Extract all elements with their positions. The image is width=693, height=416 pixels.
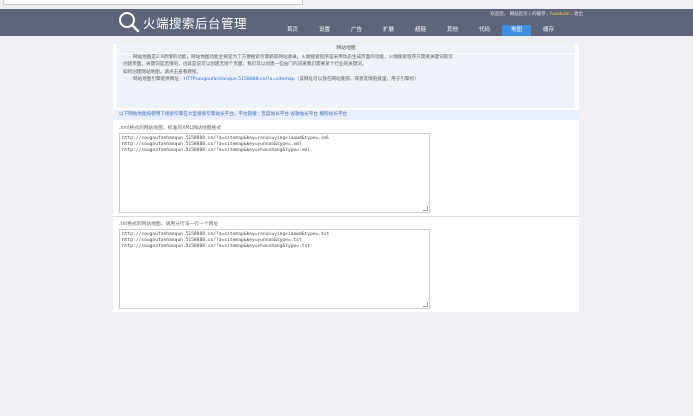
search-icon [119,12,140,33]
separator: , [547,12,549,17]
nav-item-ads[interactable]: 广告 [342,25,371,36]
resize-handle[interactable] [423,206,428,211]
intro-text: 创建页面，关键词是无限的，也就是说可以创建无限个页面。我们可以创建一些站门的词来… [123,62,367,68]
separator: , [571,12,573,17]
url-note: （该网址可以放在网站底部，或者友情链接里，用于引擎抓） [294,77,419,83]
sitemap-url-link[interactable]: HTTPsougoufanhanqun.5158888.cn/?a=sitema… [184,77,295,82]
intro-text: 网站地图是2.X新增的功能，网站地图功能主要是为了方便搜索引擎抓取网站收录。火端… [133,55,453,60]
sitemap-panel: 网站地图 网站地图是2.X新增的功能，网站地图功能主要是为了方便搜索引擎抓取网站… [113,44,579,312]
webmaster-platform-note[interactable]: 以下网站地图按使用下搜索引擎在大型搜索引擎站长平台，平台链接：百度站长平台 谷歌… [113,110,579,120]
txt-url: http://sougoufanhanqun.5158888.cn/?a=sit… [122,243,311,249]
separator: | [529,12,531,17]
txt-section-header: .txt格式的网站地图，请用分行法一行一个网址 [119,222,219,227]
main-nav: 首页 设置 广告 扩展 超链 其他 代码 地图 缓存 [278,25,566,36]
nav-item-settings[interactable]: 设置 [310,25,339,36]
intro-box: 网站地图是2.X新增的功能，网站地图功能主要是为了方便搜索引擎抓取网站收录。火端… [117,54,575,108]
sitemap-url-line: 网站地图引擎提供网址：HTTPsougoufanhanqun.5158888.c… [117,76,575,83]
xml-section-header: .xml格式的网站地图，标准的XML网站地图格式 [119,126,222,131]
xml-url: http://sougoufanhanqun.5158888.cn/?a=sit… [122,147,311,153]
nav-item-other[interactable]: 其他 [438,25,467,36]
cache-link[interactable]: 的缓存 [532,12,546,17]
section-divider [113,216,579,217]
logo[interactable]: 火端搜索后台管理 [118,11,247,33]
nav-item-sitemap[interactable]: 地图 [502,25,531,36]
user-greeting: 欢迎您， [490,12,509,17]
xml-sitemap-textarea[interactable]: http://sougoufanhanqun.5158888.cn/?a=sit… [119,133,430,213]
nav-item-extend[interactable]: 扩展 [374,25,403,36]
panel-title: 网站地图 [117,44,575,53]
txt-sitemap-textarea[interactable]: http://sougoufanhanqun.5158888.cn/?a=sit… [119,229,430,309]
url-label: 网站地图引擎提供网址： [133,77,184,83]
nav-item-links[interactable]: 超链 [406,25,435,36]
site-home-link[interactable]: 网站首页 [510,12,528,17]
nav-item-home[interactable]: 首页 [278,25,307,36]
address-box[interactable] [3,0,303,5]
app-title: 火端搜索后台管理 [143,15,248,31]
nav-item-code[interactable]: 代码 [470,25,499,36]
nav-item-cache[interactable]: 缓存 [534,25,563,36]
tutorial-link[interactable]: 如何创建网站地图，请点击查看教程。 [117,69,575,76]
user-bar: 欢迎您， 网站首页 | 的缓存 , huoduan , 退出 [490,11,583,17]
logout-link[interactable]: 退出 [574,12,583,17]
resize-handle[interactable] [423,302,428,307]
username: huoduan [549,12,570,17]
browser-top-strip [0,0,693,9]
admin-header: 火端搜索后台管理 欢迎您， 网站首页 | 的缓存 , huoduan , 退出 … [0,9,693,36]
